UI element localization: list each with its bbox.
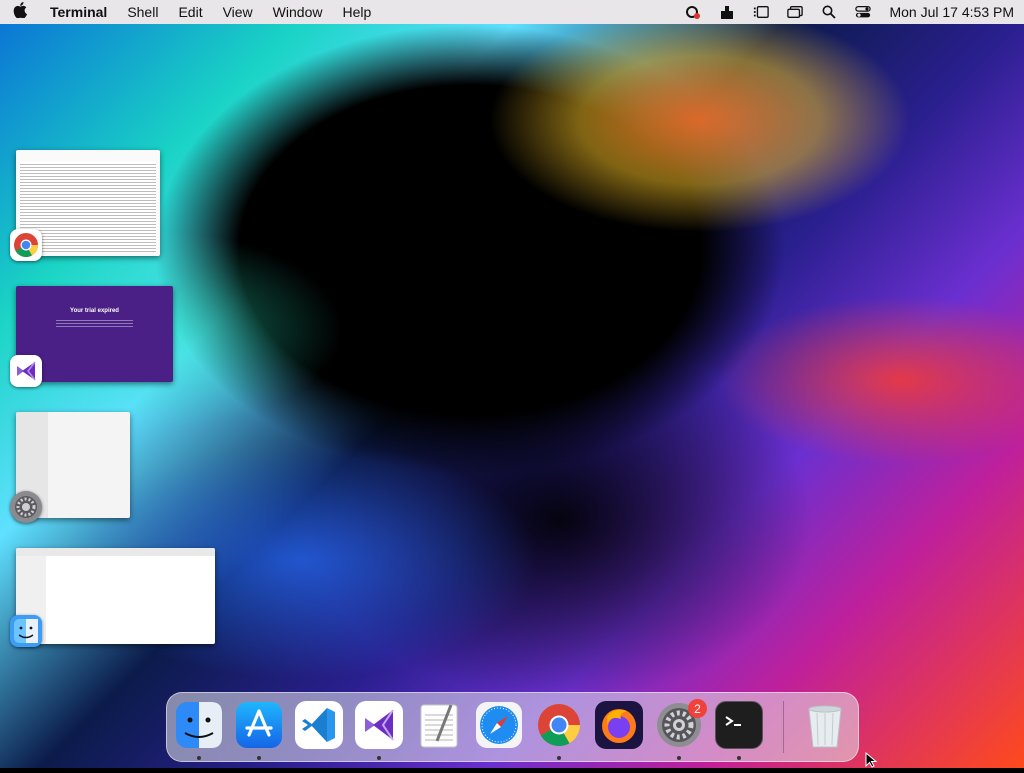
stage-manager-icon[interactable] — [753, 4, 770, 20]
trial-expired-text-preview — [56, 320, 133, 328]
dock-terminal-icon[interactable] — [715, 701, 763, 749]
system-settings-icon[interactable] — [10, 491, 42, 523]
dock-running-indicator — [557, 756, 561, 760]
dock-running-indicator — [377, 756, 381, 760]
chrome-icon[interactable] — [10, 229, 42, 261]
spotlight-search-icon[interactable] — [821, 4, 837, 20]
menu-window[interactable]: Window — [273, 4, 323, 20]
desktop-wallpaper — [0, 0, 1024, 768]
dock-finder-icon[interactable] — [175, 701, 223, 749]
dock-trash-icon[interactable] — [801, 701, 849, 749]
dock-safari-icon[interactable] — [475, 701, 523, 749]
control-center-icon[interactable] — [855, 4, 872, 20]
finder-toolbar-preview — [16, 548, 215, 556]
dock-running-indicator — [737, 756, 741, 760]
menu-view[interactable]: View — [223, 4, 253, 20]
menu-help[interactable]: Help — [342, 4, 371, 20]
finder-window-thumbnail[interactable] — [16, 548, 215, 644]
menu-edit[interactable]: Edit — [178, 4, 202, 20]
creative-cloud-icon[interactable] — [685, 4, 701, 20]
window-switch-icon[interactable] — [787, 4, 804, 20]
dock-firefox-icon[interactable] — [595, 701, 643, 749]
apple-menu-icon[interactable] — [10, 1, 30, 23]
accessibility-icon[interactable] — [719, 4, 735, 20]
dock-running-indicator — [197, 756, 201, 760]
trial-expired-heading: Your trial expired — [70, 308, 119, 314]
menu-shell[interactable]: Shell — [127, 4, 158, 20]
dock-separator — [783, 701, 784, 753]
dock-running-indicator — [257, 756, 261, 760]
dock-app-store-icon[interactable] — [235, 701, 283, 749]
dock-visual-studio-icon[interactable] — [355, 701, 403, 749]
dock-running-indicator — [677, 756, 681, 760]
visual-studio-icon[interactable] — [10, 355, 42, 387]
dock-chrome-icon[interactable] — [535, 701, 583, 749]
mouse-cursor-icon — [865, 751, 879, 773]
finder-icon[interactable] — [10, 615, 42, 647]
menu-app-name[interactable]: Terminal — [50, 4, 107, 20]
menu-bar: Terminal Shell Edit View Window Help Mon… — [0, 0, 1024, 24]
dock: 2 — [166, 692, 859, 762]
dock-textedit-icon[interactable] — [415, 701, 463, 749]
notification-badge: 2 — [688, 699, 707, 718]
dock-vscode-icon[interactable] — [295, 701, 343, 749]
menu-bar-clock[interactable]: Mon Jul 17 4:53 PM — [889, 4, 1014, 20]
